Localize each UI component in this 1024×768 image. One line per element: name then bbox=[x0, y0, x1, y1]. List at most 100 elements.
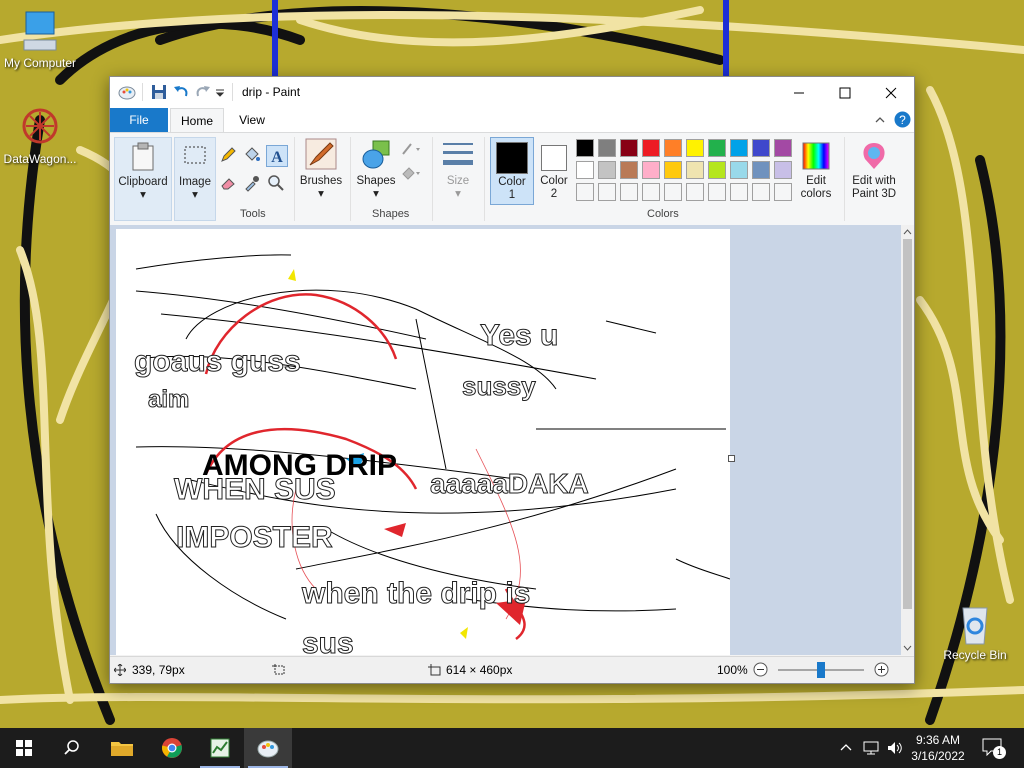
text-icon: A bbox=[271, 149, 283, 165]
taskbar-clock[interactable]: 9:36 AM 3/16/2022 bbox=[906, 732, 970, 764]
volume-icon[interactable] bbox=[886, 739, 904, 757]
pencil-tool[interactable] bbox=[218, 145, 238, 165]
palette-swatch[interactable] bbox=[620, 139, 638, 157]
eraser-tool[interactable] bbox=[218, 173, 238, 193]
undo-icon[interactable] bbox=[172, 83, 190, 101]
maximize-button[interactable] bbox=[822, 77, 868, 108]
magnifier-tool[interactable] bbox=[266, 173, 286, 193]
group-separator bbox=[294, 137, 295, 221]
palette-swatch[interactable] bbox=[664, 161, 682, 179]
scroll-up-icon[interactable] bbox=[903, 228, 912, 237]
pencil-icon bbox=[221, 147, 236, 162]
close-button[interactable] bbox=[868, 77, 914, 108]
line-size-icon bbox=[443, 143, 473, 165]
minimize-button[interactable] bbox=[776, 77, 822, 108]
chrome-icon bbox=[162, 738, 182, 758]
vertical-scrollbar[interactable] bbox=[901, 225, 914, 655]
zoom-in-icon[interactable] bbox=[874, 662, 889, 677]
shape-fill-button[interactable] bbox=[400, 163, 424, 183]
canvas-area[interactable]: goaus guss Yes u aim sussy AMONG DRIP WH… bbox=[110, 225, 901, 655]
image-label: Image bbox=[179, 176, 211, 188]
palette-swatch[interactable] bbox=[752, 139, 770, 157]
palette-swatch[interactable] bbox=[686, 139, 704, 157]
canvas-size-icon bbox=[428, 664, 441, 676]
scroll-down-icon[interactable] bbox=[903, 643, 912, 652]
customize-toolbar-icon[interactable] bbox=[214, 83, 226, 101]
taskbar-chrome[interactable] bbox=[148, 728, 196, 768]
palette-swatch[interactable] bbox=[752, 161, 770, 179]
desktop-icon-my-computer[interactable]: My Computer bbox=[0, 10, 80, 70]
drawing-strokes: goaus guss Yes u aim sussy AMONG DRIP WH… bbox=[134, 254, 730, 655]
canvas-resize-handle[interactable] bbox=[728, 455, 735, 462]
desktop-icon-recycle-bin[interactable]: Recycle Bin bbox=[935, 602, 1015, 662]
palette-swatch[interactable] bbox=[774, 183, 792, 201]
brushes-button[interactable]: Brushes ▾ bbox=[298, 137, 344, 201]
taskbar-file-explorer[interactable] bbox=[98, 728, 146, 768]
palette-swatch[interactable] bbox=[620, 161, 638, 179]
palette-swatch[interactable] bbox=[730, 161, 748, 179]
shapes-button[interactable]: Shapes ▾ bbox=[354, 137, 398, 201]
palette-swatch[interactable] bbox=[774, 139, 792, 157]
save-icon[interactable] bbox=[150, 83, 168, 101]
color1-button[interactable]: Color 1 bbox=[490, 137, 534, 205]
redo-icon[interactable] bbox=[194, 83, 212, 101]
tab-home[interactable]: Home bbox=[170, 108, 224, 132]
drawing-canvas[interactable]: goaus guss Yes u aim sussy AMONG DRIP WH… bbox=[116, 229, 730, 655]
palette-swatch[interactable] bbox=[576, 183, 594, 201]
help-icon[interactable]: ? bbox=[894, 111, 911, 128]
edit-colors-button[interactable]: Edit colors bbox=[794, 137, 838, 201]
palette-swatch[interactable] bbox=[598, 139, 616, 157]
clipboard-button[interactable]: Clipboard ▾ bbox=[114, 137, 172, 221]
palette-swatch[interactable] bbox=[576, 161, 594, 179]
close-icon bbox=[885, 87, 897, 98]
tab-file[interactable]: File bbox=[110, 108, 168, 132]
palette-swatch[interactable] bbox=[708, 183, 726, 201]
scroll-thumb[interactable] bbox=[903, 239, 912, 609]
window-title: drip - Paint bbox=[242, 85, 301, 99]
chevron-down-icon: ▾ bbox=[140, 189, 146, 201]
palette-swatch[interactable] bbox=[730, 139, 748, 157]
palette-swatch[interactable] bbox=[664, 139, 682, 157]
palette-swatch[interactable] bbox=[708, 139, 726, 157]
chevron-down-icon: ▾ bbox=[192, 189, 198, 201]
text-tool[interactable]: A bbox=[266, 145, 288, 167]
notification-center-button[interactable]: 1 bbox=[980, 736, 1006, 760]
svg-text:?: ? bbox=[899, 113, 906, 127]
desktop-icon-datawagon[interactable]: DataWagon... bbox=[0, 106, 80, 166]
show-hidden-icons-icon[interactable] bbox=[840, 742, 852, 754]
palette-swatch[interactable] bbox=[598, 183, 616, 201]
fill-tool[interactable] bbox=[242, 145, 262, 165]
zoom-slider-thumb[interactable] bbox=[817, 662, 825, 678]
palette-swatch[interactable] bbox=[708, 161, 726, 179]
color2-button[interactable]: Color 2 bbox=[534, 137, 574, 201]
search-button[interactable] bbox=[48, 728, 96, 768]
network-icon[interactable] bbox=[862, 739, 880, 757]
start-button[interactable] bbox=[0, 728, 48, 768]
outline-button[interactable] bbox=[400, 139, 424, 159]
palette-swatch[interactable] bbox=[642, 161, 660, 179]
palette-swatch[interactable] bbox=[752, 183, 770, 201]
image-button[interactable]: Image ▾ bbox=[174, 137, 216, 221]
tab-view[interactable]: View bbox=[228, 108, 276, 132]
color-picker-tool[interactable] bbox=[242, 173, 262, 193]
palette-swatch[interactable] bbox=[686, 161, 704, 179]
toolbar-divider bbox=[142, 83, 143, 101]
palette-swatch[interactable] bbox=[642, 139, 660, 157]
desktop-icon-label: Recycle Bin bbox=[943, 648, 1007, 662]
taskbar-paint[interactable] bbox=[244, 728, 292, 768]
palette-swatch[interactable] bbox=[598, 161, 616, 179]
palette-swatch[interactable] bbox=[576, 139, 594, 157]
palette-swatch[interactable] bbox=[774, 161, 792, 179]
collapse-ribbon-icon[interactable] bbox=[874, 114, 886, 126]
shapes-icon bbox=[362, 140, 390, 169]
edit-with-paint3d-button[interactable]: Edit with Paint 3D bbox=[846, 137, 902, 201]
palette-swatch[interactable] bbox=[620, 183, 638, 201]
taskbar-task-manager[interactable] bbox=[196, 728, 244, 768]
minimize-icon bbox=[794, 92, 804, 93]
palette-swatch[interactable] bbox=[642, 183, 660, 201]
palette-swatch[interactable] bbox=[664, 183, 682, 201]
size-button[interactable]: Size ▾ bbox=[438, 137, 478, 201]
palette-swatch[interactable] bbox=[686, 183, 704, 201]
zoom-out-icon[interactable] bbox=[753, 662, 768, 677]
palette-swatch[interactable] bbox=[730, 183, 748, 201]
